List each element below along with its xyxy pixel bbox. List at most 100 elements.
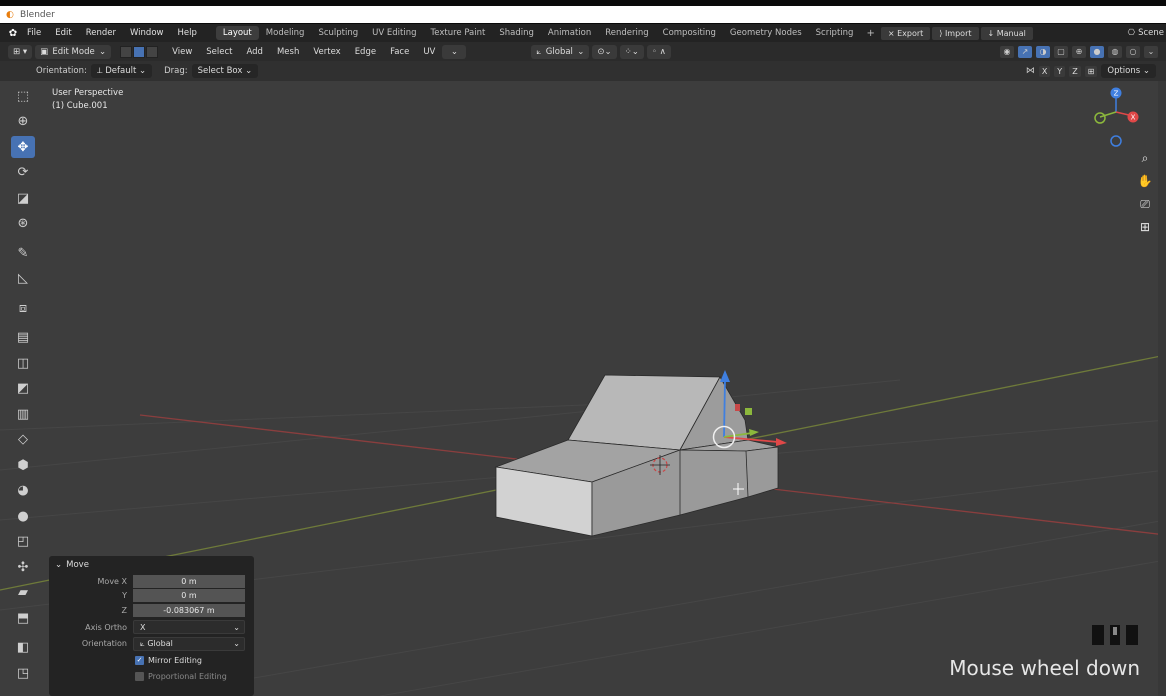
- add-workspace-button[interactable]: +: [862, 28, 878, 39]
- mirror-x-toggle[interactable]: X: [1038, 65, 1051, 77]
- xray-toggle-icon[interactable]: ▢: [1054, 45, 1068, 58]
- orientation-dropdown[interactable]: ⟂ Default ⌄: [90, 64, 153, 78]
- loop-cut-tool-icon[interactable]: ▥: [11, 403, 35, 425]
- menu-edge[interactable]: Edge: [348, 47, 383, 57]
- vertex-select-button[interactable]: [120, 45, 133, 58]
- solid-shading-icon[interactable]: ●: [1090, 45, 1104, 58]
- edge-slide-tool-icon[interactable]: ◰: [11, 531, 35, 553]
- pivot-point-button[interactable]: ⊙⌄: [592, 44, 617, 59]
- tab-texture-paint[interactable]: Texture Paint: [424, 26, 493, 40]
- face-select-button[interactable]: [146, 45, 159, 58]
- zoom-icon[interactable]: ⌕: [1136, 150, 1154, 166]
- export-button[interactable]: ⨯ Export: [880, 26, 931, 40]
- move-y-row: Y 0 m: [49, 589, 254, 603]
- menu-uv[interactable]: UV: [416, 47, 442, 57]
- tab-rendering[interactable]: Rendering: [598, 26, 655, 40]
- annotate-tool-icon[interactable]: ✎: [11, 242, 35, 264]
- move-tool-icon[interactable]: ✥: [11, 136, 35, 158]
- overlay-toggle-icon[interactable]: ◑: [1036, 45, 1050, 58]
- sidebar-edge[interactable]: [1158, 81, 1166, 696]
- menu-window[interactable]: Window: [123, 28, 171, 38]
- tab-geometry-nodes[interactable]: Geometry Nodes: [723, 26, 809, 40]
- perspective-toggle-icon[interactable]: ⊞: [1136, 219, 1154, 235]
- camera-view-icon[interactable]: ⎚: [1136, 196, 1154, 212]
- menu-edit[interactable]: Edit: [48, 28, 78, 38]
- gizmo-toggle-icon[interactable]: ↗: [1018, 45, 1032, 58]
- extrude-tool-icon[interactable]: ▤: [11, 327, 35, 349]
- snap-button[interactable]: ⁘⌄: [619, 44, 644, 59]
- measure-tool-icon[interactable]: ◺: [11, 268, 35, 290]
- menu-add[interactable]: Add: [240, 47, 270, 57]
- knife-tool-icon[interactable]: ◇: [11, 429, 35, 451]
- rip-region-tool-icon[interactable]: ⬒: [11, 607, 35, 629]
- rendered-shading-icon[interactable]: ○: [1126, 45, 1140, 58]
- options-dropdown[interactable]: Options ⌄: [1101, 64, 1156, 78]
- visibility-icon[interactable]: ◉: [1000, 45, 1014, 58]
- shading-options-icon[interactable]: ⌄: [1144, 45, 1158, 58]
- tool-extra-icon[interactable]: ◧: [11, 637, 35, 659]
- edge-select-button[interactable]: [133, 45, 146, 58]
- tab-modeling[interactable]: Modeling: [259, 26, 312, 40]
- menu-mesh[interactable]: Mesh: [270, 47, 306, 57]
- move-z-field[interactable]: -0.083067 m: [133, 603, 245, 617]
- mode-selector[interactable]: ▣ Edit Mode ⌄: [35, 44, 112, 59]
- operator-orientation-dropdown[interactable]: ⟀ Global ⌄: [133, 636, 245, 651]
- scene-selector[interactable]: ⎔ Scene: [1128, 24, 1166, 42]
- move-y-field[interactable]: 0 m: [133, 589, 245, 602]
- move-x-label: Move X: [97, 576, 127, 586]
- spin-tool-icon[interactable]: ◕: [11, 480, 35, 502]
- move-gizmo[interactable]: [712, 370, 788, 449]
- extra-dropdown[interactable]: ⌄: [442, 44, 467, 59]
- select-box-tool-icon[interactable]: ⬚: [11, 85, 35, 107]
- menu-help[interactable]: Help: [170, 28, 203, 38]
- manual-button[interactable]: ↓ Manual: [980, 26, 1033, 40]
- cursor-tool-icon[interactable]: ⊕: [11, 111, 35, 133]
- scale-tool-icon[interactable]: ◪: [11, 187, 35, 209]
- proportional-editing-checkbox[interactable]: Proportional Editing: [135, 668, 254, 684]
- mirror-editing-checkbox[interactable]: ✓ Mirror Editing: [135, 652, 254, 668]
- axis-ortho-dropdown[interactable]: X ⌄: [133, 620, 245, 634]
- tab-animation[interactable]: Animation: [541, 26, 598, 40]
- tab-layout[interactable]: Layout: [215, 26, 259, 40]
- move-x-field[interactable]: 0 m: [133, 574, 245, 588]
- mesh-cube-001[interactable]: [494, 374, 779, 537]
- wireframe-shading-icon[interactable]: ⊕: [1072, 45, 1086, 58]
- gizmo-neg-z-handle[interactable]: [1110, 135, 1122, 147]
- tab-shading[interactable]: Shading: [492, 26, 541, 40]
- drag-dropdown[interactable]: Select Box ⌄: [191, 64, 259, 78]
- transform-tool-icon[interactable]: ⊛: [11, 213, 35, 235]
- menu-file[interactable]: File: [20, 28, 48, 38]
- proportional-edit-button[interactable]: ◦ ∧: [646, 44, 671, 59]
- add-cube-tool-icon[interactable]: ⧈: [11, 297, 35, 319]
- tab-uv-editing[interactable]: UV Editing: [365, 26, 423, 40]
- pan-hand-icon[interactable]: ✋: [1136, 173, 1154, 189]
- rotate-tool-icon[interactable]: ⟳: [11, 162, 35, 184]
- menu-render[interactable]: Render: [79, 28, 123, 38]
- menu-vertex[interactable]: Vertex: [306, 47, 347, 57]
- mirror-y-toggle[interactable]: Y: [1054, 65, 1066, 77]
- shrink-fatten-tool-icon[interactable]: ✣: [11, 556, 35, 578]
- tab-scripting[interactable]: Scripting: [809, 26, 861, 40]
- menu-face[interactable]: Face: [383, 47, 416, 57]
- operator-panel-header[interactable]: ⌄ Move: [49, 556, 254, 574]
- inset-tool-icon[interactable]: ◫: [11, 352, 35, 374]
- material-shading-icon[interactable]: ◍: [1108, 45, 1122, 58]
- blender-menu-icon[interactable]: ✿: [6, 28, 20, 39]
- navigation-gizmo[interactable]: Z X: [1086, 86, 1146, 152]
- editor-type-button[interactable]: ⊞ ▾: [8, 44, 33, 59]
- shear-tool-icon[interactable]: ▰: [11, 582, 35, 604]
- tab-sculpting[interactable]: Sculpting: [311, 26, 365, 40]
- menu-view[interactable]: View: [165, 47, 199, 57]
- mirror-z-toggle[interactable]: Z: [1069, 65, 1081, 77]
- smooth-tool-icon[interactable]: ●: [11, 505, 35, 527]
- transform-orientation-dropdown[interactable]: ⟀ Global ⌄: [531, 44, 590, 59]
- gizmo-y-handle[interactable]: [1094, 112, 1106, 124]
- bevel-tool-icon[interactable]: ◩: [11, 378, 35, 400]
- move-y-label: Y: [122, 591, 127, 600]
- import-button[interactable]: ⟩ Import: [932, 26, 979, 40]
- tool-extra-2-icon[interactable]: ◳: [11, 662, 35, 684]
- auto-merge-toggle[interactable]: ⊞: [1084, 65, 1098, 77]
- poly-build-tool-icon[interactable]: ⬢: [11, 454, 35, 476]
- menu-select[interactable]: Select: [199, 47, 239, 57]
- tab-compositing[interactable]: Compositing: [656, 26, 723, 40]
